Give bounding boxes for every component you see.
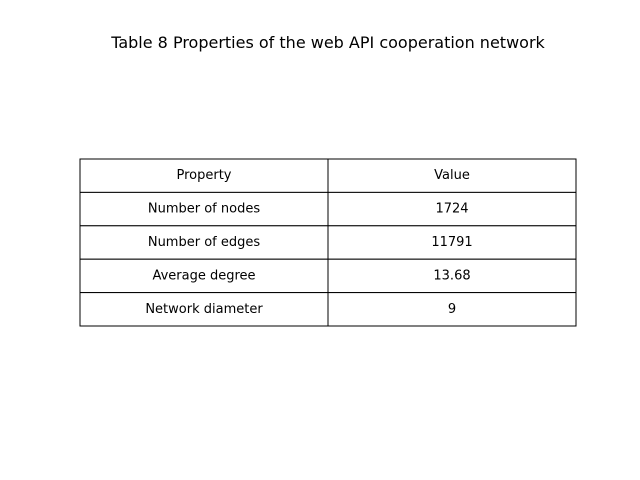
table-cell: Number of edges bbox=[148, 235, 261, 250]
table-cell: 1724 bbox=[435, 202, 468, 217]
table-cell: 13.68 bbox=[433, 268, 470, 283]
table-cell: Average degree bbox=[152, 268, 255, 283]
column-header: Property bbox=[176, 168, 231, 183]
table-cell: Number of nodes bbox=[148, 202, 260, 217]
table-cell: 11791 bbox=[431, 235, 472, 250]
table-cell: Network diameter bbox=[145, 302, 263, 317]
column-header: Value bbox=[434, 168, 470, 183]
data-table: Property Value Number of nodes 1724 Number o… bbox=[79, 158, 577, 327]
table-cell: 9 bbox=[448, 302, 456, 317]
